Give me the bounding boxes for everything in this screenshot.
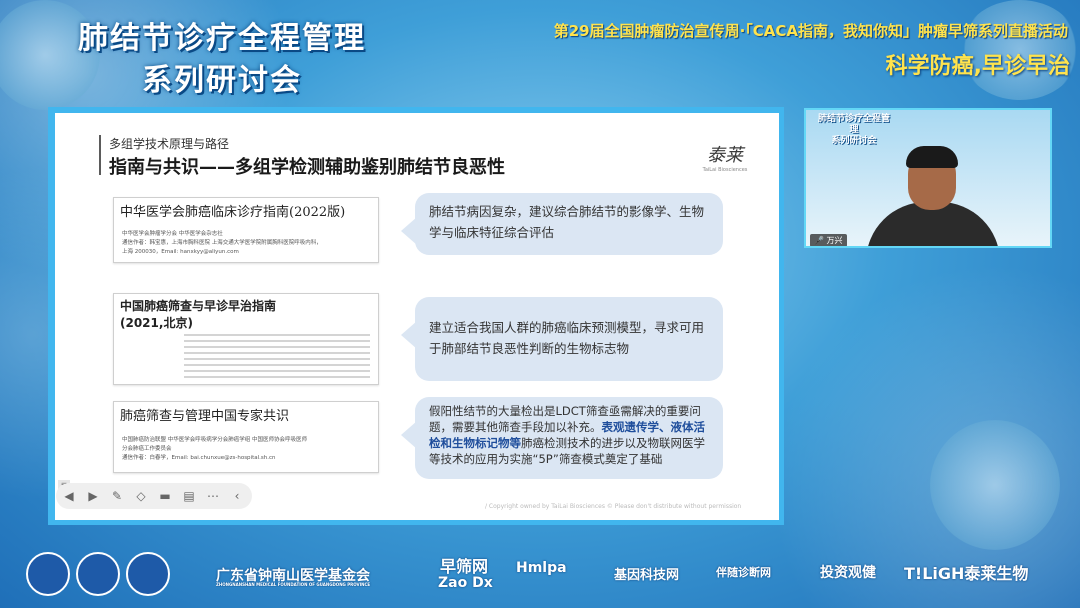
touzi-logo: 投资观健: [820, 565, 876, 581]
heading-bar: [99, 135, 101, 175]
brand-logo: 泰莱: [707, 145, 743, 166]
more-icon[interactable]: ⋯: [204, 487, 222, 505]
video-title-line1: 肺结节诊疗全程管理: [817, 114, 890, 135]
video-title-line2: 系列研讨会: [831, 136, 877, 146]
org-logo-1: [26, 552, 70, 596]
speaker-name-badge: 🎤 万兴: [810, 234, 847, 246]
zaodx-logo: Zao Dx: [438, 575, 493, 591]
video-title: 肺结节诊疗全程管理 系列研讨会: [814, 114, 894, 147]
microphone-icon: 🎤: [814, 236, 824, 245]
play-icon[interactable]: ▶: [84, 487, 102, 505]
guideline-card: 肺癌筛查与管理中国专家共识 中国肺癌防治联盟 中华医学会呼吸病学分会肺癌学组 中…: [113, 401, 379, 473]
foundation-logo-en: ZHONGNANSHAN MEDICAL FOUNDATION OF GUANG…: [216, 582, 371, 587]
speaker-video: 肺结节诊疗全程管理 系列研讨会 🎤 万兴: [804, 108, 1052, 248]
guideline-card: 中华医学会肺癌临床诊疗指南(2022版) 中华医学会肿瘤学分会 中华医学会杂志社…: [113, 197, 379, 263]
event-title: 肺结节诊疗全程管理 系列研讨会: [52, 18, 392, 102]
bubble-text: 肺结节病因复杂，建议综合肺结节的影像学、生物学与临床特征综合评估: [429, 204, 705, 240]
speaker-hair: [906, 146, 958, 168]
slide-heading: 指南与共识——多组学检测辅助鉴别肺结节良恶性: [109, 157, 505, 178]
guideline-card: 中国肺癌筛查与早诊早治指南 (2021,北京): [113, 293, 379, 385]
card-authors: 通信作者：韩宝惠，上海市胸科医院 上海交通大学医学院附属胸科医院呼吸内科，: [122, 240, 322, 246]
card-fine-print: [184, 334, 370, 378]
jiyin-logo: 基因科技网: [614, 568, 680, 583]
card-authors: 中华医学会肿瘤学分会 中华医学会杂志社: [122, 231, 223, 237]
back-icon[interactable]: ◀: [60, 487, 78, 505]
card-authors: 分会肺癌工作委员会: [122, 446, 172, 452]
event-subtitle: 第29届全国肿瘤防治宣传周·「CACA指南，我知你知」肿瘤早筛系列直播活动: [553, 22, 1068, 40]
event-title-line1: 肺结节诊疗全程管理: [78, 21, 366, 56]
speaker-name: 万兴: [826, 236, 843, 245]
org-logo-3: [126, 552, 170, 596]
summary-bubble: 假阳性结节的大量检出是LDCT筛查亟需解决的重要问题，需要其他筛查手段加以补充。…: [401, 397, 723, 479]
eraser-icon[interactable]: ◇: [132, 487, 150, 505]
screen-icon[interactable]: ▬: [156, 487, 174, 505]
comment-icon[interactable]: ▤: [180, 487, 198, 505]
bubble-text: 建立适合我国人群的肺癌临床预测模型，寻求可用于肺部结节良恶性判断的生物标志物: [429, 320, 705, 356]
hmlpa-logo: Hmlpa: [516, 560, 567, 576]
summary-bubble: 建立适合我国人群的肺癌临床预测模型，寻求可用于肺部结节良恶性判断的生物标志物: [401, 297, 723, 381]
collapse-icon[interactable]: ‹: [228, 487, 246, 505]
summary-bubble: 肺结节病因复杂，建议综合肺结节的影像学、生物学与临床特征综合评估: [401, 193, 723, 255]
org-logo-2: [76, 552, 120, 596]
pen-icon[interactable]: ✎: [108, 487, 126, 505]
virus-decoration: [930, 420, 1060, 550]
brand-subtitle: TaiLai Biosciences: [702, 167, 748, 173]
event-title-line2: 系列研讨会: [142, 63, 302, 98]
card-authors: 中国肺癌防治联盟 中华医学会呼吸病学分会肺癌学组 中国医师协会呼吸医师: [122, 437, 307, 443]
zaoshai-logo: 早筛网: [440, 557, 489, 576]
card-title: 中国肺癌筛查与早诊早治指南: [120, 299, 277, 313]
card-title: 肺癌筛查与管理中国专家共识: [120, 409, 290, 424]
copyright-note: / Copyright owned by TaiLai Biosciences …: [485, 503, 742, 510]
presentation-slide: 多组学技术原理与路径 指南与共识——多组学检测辅助鉴别肺结节良恶性 泰莱 Tai…: [55, 113, 779, 520]
card-authors: 上海 200030，Email: hanxkyy@aliyun.com: [122, 249, 239, 255]
slogan: 科学防癌,早诊早治: [885, 54, 1070, 79]
card-authors: 通信作者：白春学，Email: bai.chunxue@zs-hospital.…: [122, 455, 276, 461]
tailai-logo: T!LiGH泰莱生物: [904, 564, 1029, 583]
card-title-line2: (2021,北京): [120, 316, 193, 330]
slide-kicker: 多组学技术原理与路径: [109, 137, 230, 151]
card-title: 中华医学会肺癌临床诊疗指南(2022版): [120, 205, 346, 220]
presentation-toolbar: ◀ ▶ ✎ ◇ ▬ ▤ ⋯ ‹: [56, 483, 252, 509]
banshui-logo: 伴随诊断网: [716, 566, 771, 579]
